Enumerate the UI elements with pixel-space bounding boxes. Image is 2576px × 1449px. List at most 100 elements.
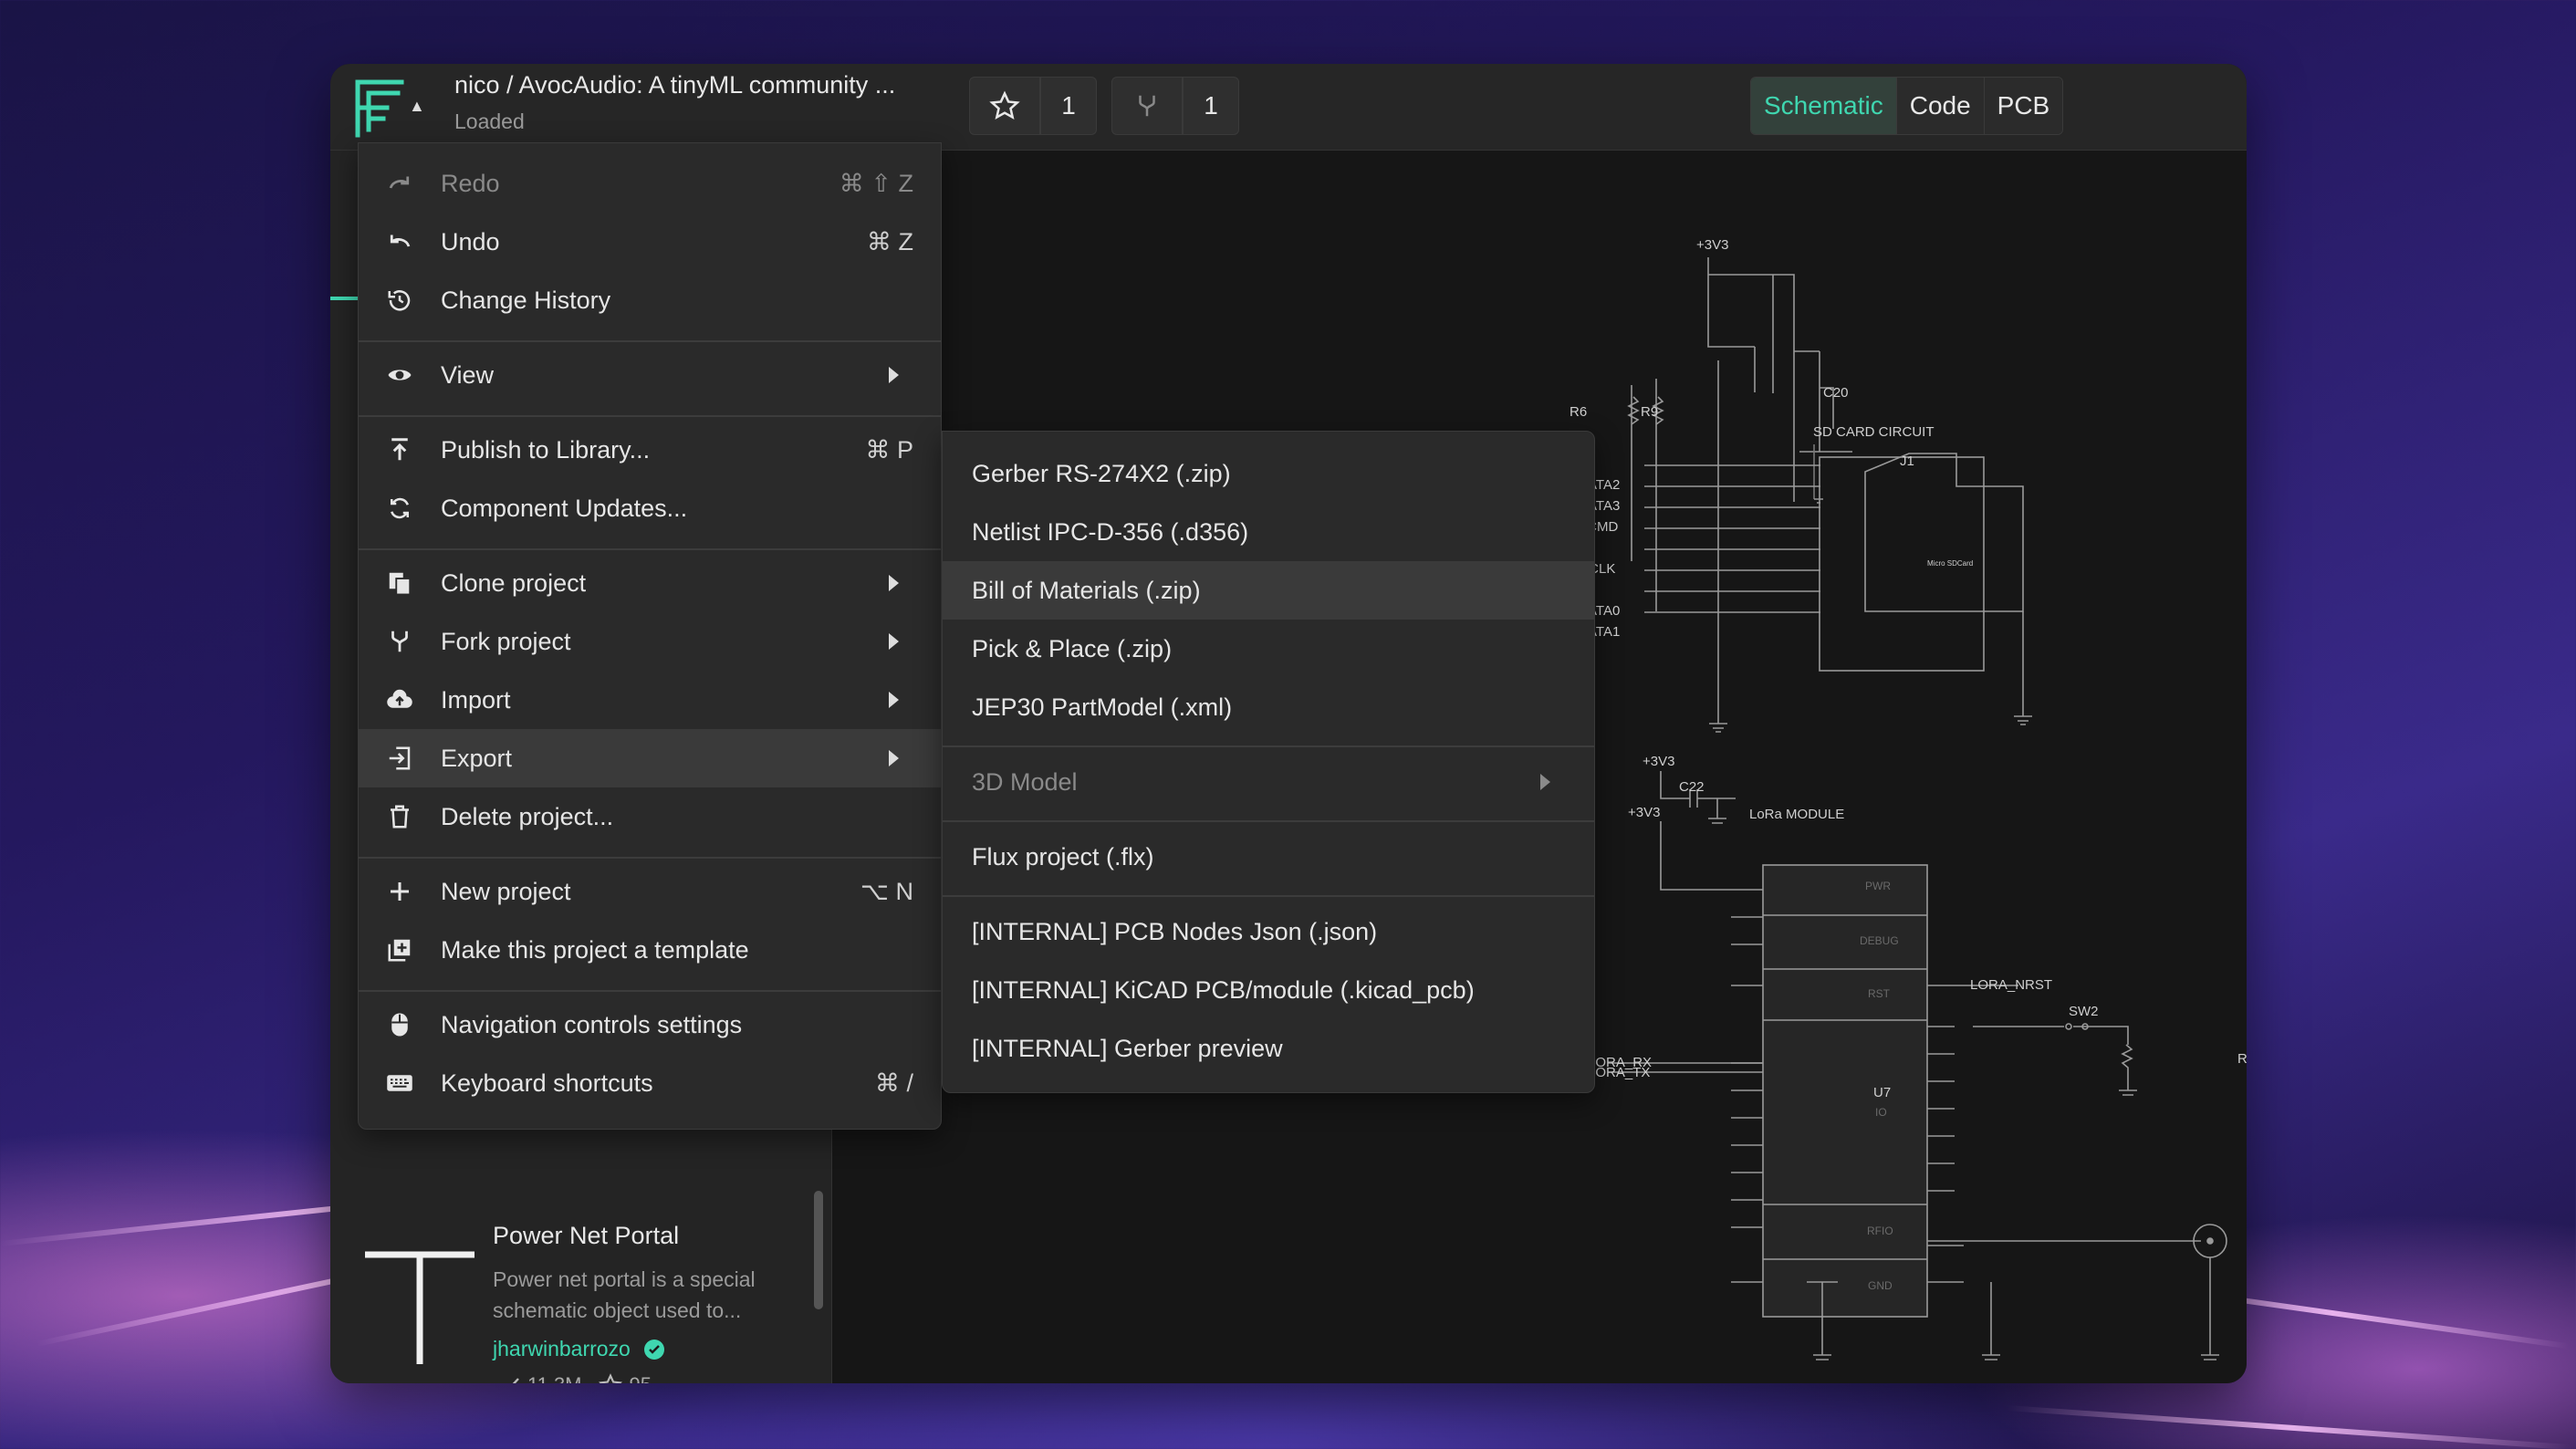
flux-logo-icon[interactable]	[350, 77, 414, 141]
fork-icon	[1139, 95, 1155, 117]
export-gerber[interactable]: Gerber RS-274X2 (.zip)	[943, 444, 1594, 503]
power-net-portal-thumbnail	[365, 1251, 475, 1364]
r9-label: R9	[1641, 404, 1658, 420]
top-bar: ▲ nico / AvocAudio: A tinyML community .…	[330, 64, 2247, 151]
export-bill-of-materials[interactable]: Bill of Materials (.zip)	[943, 561, 1594, 620]
menu-item-label: Pick & Place (.zip)	[972, 634, 1173, 662]
menu-divider	[359, 415, 941, 417]
history-icon	[388, 290, 411, 311]
fork-button[interactable]	[1111, 77, 1183, 135]
export-netlist[interactable]: Netlist IPC-D-356 (.d356)	[943, 503, 1594, 561]
menu-item-label: Undo	[441, 227, 500, 255]
pwr-pin-group: PWR	[1865, 880, 1891, 892]
tab-schematic[interactable]: Schematic	[1751, 78, 1897, 134]
menu-item-navigation-settings[interactable]: Navigation controls settings	[359, 996, 941, 1054]
menu-item-label: Gerber RS-274X2 (.zip)	[972, 459, 1231, 487]
submenu-arrow-icon	[889, 367, 899, 383]
cloud-upload-icon	[387, 689, 412, 708]
menu-item-import[interactable]: Import	[359, 671, 941, 729]
verified-icon	[644, 1340, 665, 1360]
submenu-arrow-icon	[1540, 774, 1550, 790]
menu-item-make-template[interactable]: Make this project a template	[359, 921, 941, 979]
submenu-arrow-icon	[889, 692, 899, 708]
view-tabs: Schematic Code PCB	[1750, 77, 2064, 135]
resistor-label: R	[2237, 1051, 2247, 1067]
component-author[interactable]: jharwinbarrozo	[493, 1337, 665, 1361]
tab-code[interactable]: Code	[1896, 78, 1985, 134]
menu-item-label: [INTERNAL] Gerber preview	[972, 1034, 1283, 1062]
menu-item-clone[interactable]: Clone project	[359, 554, 941, 612]
component-title[interactable]: Power Net Portal	[493, 1222, 679, 1250]
chevron-up-icon[interactable]: ▲	[409, 97, 425, 116]
menu-item-component-updates[interactable]: Component Updates...	[359, 479, 941, 537]
menu-item-view[interactable]: View	[359, 346, 941, 404]
export-3d-model[interactable]: 3D Model	[943, 753, 1594, 811]
menu-item-label: [INTERNAL] KiCAD PCB/module (.kicad_pcb)	[972, 975, 1475, 1004]
export-jep30[interactable]: JEP30 PartModel (.xml)	[943, 678, 1594, 736]
tab-pcb[interactable]: PCB	[1984, 78, 2063, 134]
load-status: Loaded	[454, 109, 525, 133]
export-flux-project[interactable]: Flux project (.flx)	[943, 828, 1594, 886]
star-count: 95	[630, 1373, 652, 1383]
menu-item-delete[interactable]: Delete project...	[359, 787, 941, 846]
menu-item-label: 3D Model	[972, 767, 1078, 796]
menu-item-label: Publish to Library...	[441, 435, 651, 464]
menu-item-label: Change History	[441, 286, 611, 314]
component-card[interactable]: Power Net Portal Power net portal is a s…	[330, 1200, 832, 1383]
net-lora-tx: LORA_TX	[1588, 1065, 1650, 1080]
menu-item-keyboard-shortcuts[interactable]: Keyboard shortcuts ⌘ /	[359, 1054, 941, 1112]
menu-item-label: Fork project	[441, 627, 571, 655]
u7-label: U7	[1873, 1085, 1891, 1100]
menu-divider	[943, 895, 1594, 897]
menu-item-label: Bill of Materials (.zip)	[972, 576, 1201, 604]
net-lora-nrst: LORA_NRST	[1970, 977, 2052, 993]
c22-label: C22	[1679, 779, 1705, 795]
io-pin-group: IO	[1875, 1106, 1887, 1119]
export-internal-gerber-preview[interactable]: [INTERNAL] Gerber preview	[943, 1019, 1594, 1078]
menu-item-label: Export	[441, 744, 513, 772]
refresh-icon	[391, 497, 409, 519]
menu-item-shortcut: ⌘ ⇧ Z	[839, 169, 913, 197]
menu-item-undo[interactable]: Undo ⌘ Z	[359, 213, 941, 271]
export-submenu: Gerber RS-274X2 (.zip) Netlist IPC-D-356…	[942, 431, 1595, 1093]
project-menu: Redo ⌘ ⇧ Z Undo ⌘ Z Change History View …	[358, 142, 942, 1130]
net-label-3v3: +3V3	[1643, 754, 1674, 769]
menu-item-change-history[interactable]: Change History	[359, 271, 941, 329]
menu-item-shortcut: ⌘ P	[865, 435, 913, 464]
menu-item-shortcut: ⌘ /	[874, 1069, 913, 1097]
plus-icon	[391, 882, 409, 901]
undo-icon	[390, 235, 411, 247]
menu-item-fork[interactable]: Fork project	[359, 612, 941, 671]
rst-pin-group: RST	[1868, 987, 1891, 1000]
r6-label: R6	[1570, 404, 1587, 420]
star-button[interactable]	[969, 77, 1040, 135]
trend-icon	[512, 1378, 519, 1383]
menu-item-export[interactable]: Export	[359, 729, 941, 787]
export-internal-pcb-nodes[interactable]: [INTERNAL] PCB Nodes Json (.json)	[943, 902, 1594, 961]
project-title[interactable]: nico / AvocAudio: A tinyML community ...	[454, 71, 895, 99]
menu-item-label: Netlist IPC-D-356 (.d356)	[972, 517, 1249, 546]
j1-label: J1	[1900, 453, 1914, 469]
author-name[interactable]: jharwinbarrozo	[493, 1337, 631, 1360]
menu-item-publish[interactable]: Publish to Library... ⌘ P	[359, 421, 941, 479]
menu-item-label: Clone project	[441, 568, 587, 597]
menu-item-label: Flux project (.flx)	[972, 842, 1154, 870]
download-count: 11.3M	[527, 1373, 582, 1383]
template-icon	[388, 939, 411, 962]
menu-divider	[359, 857, 941, 859]
menu-item-shortcut: ⌘ Z	[867, 227, 913, 255]
submenu-arrow-icon	[889, 750, 899, 766]
export-internal-kicad[interactable]: [INTERNAL] KiCAD PCB/module (.kicad_pcb)	[943, 961, 1594, 1019]
sw2-label: SW2	[2069, 1004, 2099, 1019]
copy-icon	[389, 572, 412, 596]
menu-item-redo[interactable]: Redo ⌘ ⇧ Z	[359, 154, 941, 213]
menu-item-new-project[interactable]: New project ⌥ N	[359, 862, 941, 921]
lora-module-label: LoRa MODULE	[1749, 807, 1844, 822]
export-pick-and-place[interactable]: Pick & Place (.zip)	[943, 620, 1594, 678]
micro-sd-label: Micro SDCard	[1927, 559, 1973, 568]
background-streak	[2007, 1405, 2572, 1449]
eye-icon	[388, 370, 412, 380]
component-stats: 11.3M 95	[493, 1373, 652, 1383]
menu-item-label: Component Updates...	[441, 494, 688, 522]
trash-icon	[391, 805, 409, 829]
